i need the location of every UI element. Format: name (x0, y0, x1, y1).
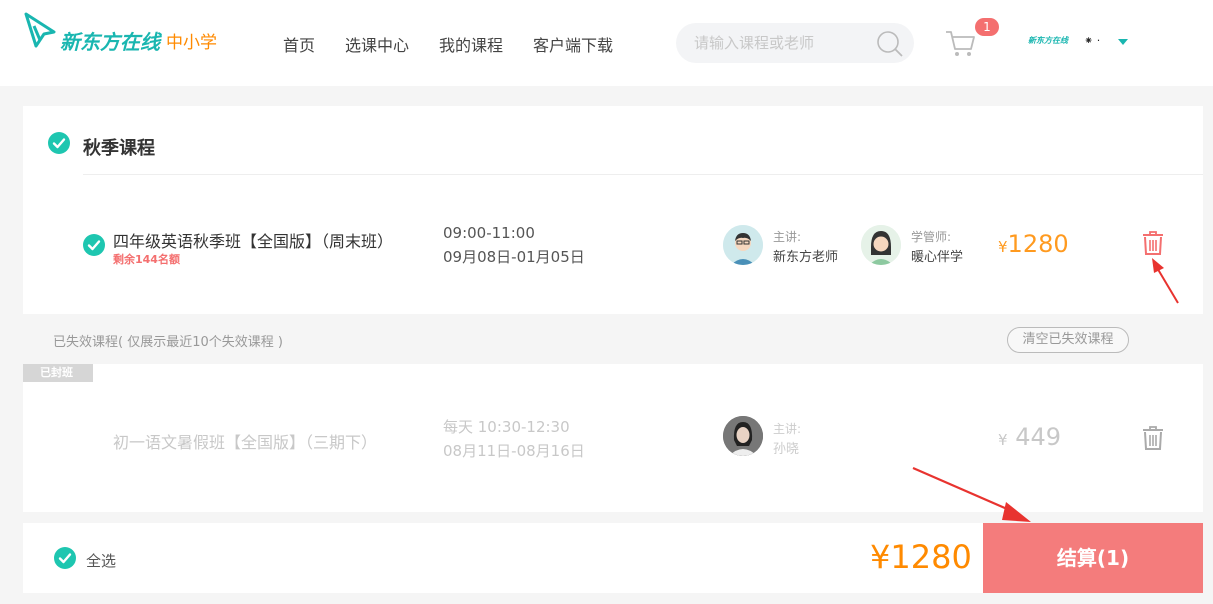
nav-client-download[interactable]: 客户端下载 (533, 32, 613, 56)
expired-lecturer-name: 孙晓 (773, 442, 800, 457)
search-input[interactable] (694, 23, 874, 63)
expired-lecturer-avatar[interactable] (723, 416, 763, 456)
price-value: 449 (1015, 423, 1061, 451)
section-checkbox[interactable] (48, 132, 70, 154)
nav-course-center[interactable]: 选课中心 (345, 32, 409, 56)
price-value: 1280 (1007, 230, 1069, 258)
teacher-photo-icon (723, 416, 763, 456)
cart-count-badge: 1 (975, 18, 999, 36)
course-name[interactable]: 四年级英语秋季班【全国版】（周末班） (113, 228, 393, 252)
manager-role: 学管师: (911, 230, 952, 244)
teacher-male-icon (723, 225, 763, 265)
logo-mark-icon (24, 12, 56, 48)
expired-delete-trash-icon[interactable] (1142, 425, 1164, 451)
lecturer-role: 主讲: (773, 230, 802, 244)
search-icon[interactable] (876, 30, 904, 58)
expired-course-dates: 08月11日-08月16日 (443, 442, 585, 460)
section-title: 秋季课程 (83, 138, 155, 159)
nav-my-courses[interactable]: 我的课程 (439, 32, 503, 56)
expired-lecturer-role: 主讲: (773, 422, 802, 436)
total-price: ¥1280 (870, 538, 972, 576)
manager-avatar[interactable] (861, 225, 901, 265)
active-course-card (23, 106, 1203, 314)
manager-name: 暖心伴学 (911, 250, 964, 265)
course-checkbox[interactable] (83, 234, 105, 256)
top-header: 新东方在线 中小学 首页 选课中心 我的课程 客户端下载 1 新东方在线 ⁕ · (0, 0, 1213, 86)
expired-course-name[interactable]: 初一语文暑假班【全国版】（三期下） (113, 429, 377, 453)
logo-text: 新东方在线 (60, 30, 160, 54)
cart-icon[interactable] (944, 28, 976, 58)
select-all-checkbox[interactable] (54, 547, 76, 569)
user-menu-caret-icon[interactable] (1118, 39, 1128, 45)
course-remaining-seats: 剩余144名额 (113, 253, 180, 266)
clear-expired-button[interactable]: 清空已失效课程 (1007, 327, 1129, 353)
currency-symbol: ¥ (998, 431, 1008, 449)
nav-home[interactable]: 首页 (283, 32, 315, 56)
check-icon (87, 240, 101, 251)
course-time: 09:00-11:00 (443, 224, 535, 242)
checkout-button[interactable]: 结算(1) (983, 523, 1203, 593)
user-avatar[interactable]: 新东方在线 (1028, 35, 1072, 49)
closed-class-badge: 已封班 (23, 364, 93, 382)
teacher-female-icon (861, 225, 901, 265)
course-price: ¥1280 (998, 230, 1069, 258)
select-all-label[interactable]: 全选 (86, 550, 116, 571)
check-icon (58, 553, 72, 564)
user-name[interactable]: ⁕ · (1084, 34, 1100, 47)
delete-trash-icon[interactable] (1142, 230, 1164, 256)
check-icon (52, 138, 66, 149)
logo-subtitle: 中小学 (166, 33, 217, 53)
site-logo[interactable]: 新东方在线 中小学 (24, 12, 234, 60)
search-box (676, 23, 914, 63)
expired-course-time: 每天 10:30-12:30 (443, 418, 570, 436)
lecturer-name: 新东方老师 (773, 250, 839, 265)
section-divider (83, 174, 1203, 175)
expired-courses-label: 已失效课程( 仅展示最近10个失效课程 ) (53, 335, 283, 350)
currency-symbol: ¥ (998, 238, 1008, 256)
lecturer-avatar[interactable] (723, 225, 763, 265)
expired-course-price: ¥ 449 (998, 423, 1061, 451)
course-dates: 09月08日-01月05日 (443, 248, 585, 266)
